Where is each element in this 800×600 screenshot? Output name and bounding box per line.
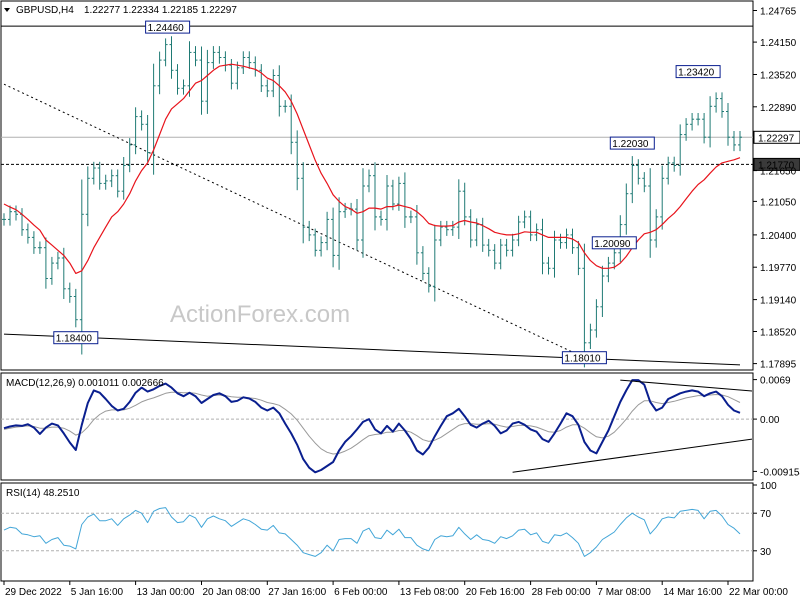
y-tick-label: 0.00 (760, 415, 780, 426)
x-tick-label: 7 Mar 08:00 (597, 587, 651, 598)
macd-trendline (620, 379, 753, 392)
chart-window: ActionForex.com 1.24460 1.18400 1.18010 1.2… (0, 0, 800, 600)
price-trendline (3, 333, 741, 366)
macd-panel (1, 379, 753, 474)
dropdown-triangle-icon[interactable] (4, 8, 10, 12)
macd-line (3, 379, 741, 474)
rsi-line (3, 507, 741, 557)
x-tick-label: 13 Jan 00:00 (137, 587, 195, 598)
price-annotation-label: 1.24460 (148, 23, 185, 34)
symbol-label: GBPUSD,H4 (16, 5, 74, 16)
price-annotation-label: 1.18400 (56, 334, 93, 345)
y-tick-label: 30 (760, 547, 772, 558)
x-tick-label: 29 Dec 2022 (5, 587, 62, 598)
macd-label: MACD(12,26,9) 0.001011 0.002666 (6, 378, 164, 389)
x-tick-label: 14 Mar 16:00 (663, 587, 722, 598)
y-tick-label: 1.19140 (760, 296, 797, 307)
x-tick-label: 22 Mar 00:00 (729, 587, 788, 598)
ohlc-label: 1.22277 1.22334 1.22185 1.22297 (84, 5, 237, 16)
x-tick-label: 20 Feb 16:00 (466, 587, 525, 598)
x-tick-label: 5 Jan 16:00 (71, 587, 124, 598)
x-tick-label: 27 Jan 16:00 (268, 587, 326, 598)
y-tick-label: 1.21050 (760, 197, 797, 208)
y-tick-label: 100 (760, 481, 777, 492)
y-tick-label: 1.24150 (760, 38, 797, 49)
y-tick-label: 1.21650 (760, 167, 797, 178)
y-tick-label: 1.24765 (760, 7, 797, 18)
watermark: ActionForex.com (170, 301, 350, 328)
x-tick-label: 20 Jan 08:00 (203, 587, 261, 598)
price-annotation-label: 1.22030 (612, 139, 649, 150)
y-tick-label: 1.18520 (760, 328, 797, 339)
rsi-panel-frame (0, 482, 754, 582)
y-tick-label: 1.17895 (760, 360, 797, 371)
y-tick-label: -0.009154 (760, 467, 800, 478)
y-tick-label: 1.20400 (760, 231, 797, 242)
price-annotation-label: 1.23420 (678, 68, 715, 79)
price-panel-frame (0, 0, 754, 371)
price-panel: 1.24460 1.18400 1.18010 1.22030 1.20090 1.234… (1, 20, 753, 368)
rsi-label: RSI(14) 48.2510 (6, 488, 80, 499)
macd-trendline (512, 438, 753, 473)
y-tick-label: 0.0069 (760, 376, 791, 387)
y-tick-label: 70 (760, 509, 772, 520)
y-tick-label: 1.19770 (760, 263, 797, 274)
rsi-panel (1, 507, 753, 557)
axes: 1.247651.241501.235201.228901.222971.217… (3, 7, 800, 598)
x-tick-label: 13 Feb 08:00 (400, 587, 459, 598)
price-axis-marker-label: 1.22297 (758, 133, 795, 144)
y-tick-label: 1.23520 (760, 71, 797, 82)
x-tick-label: 6 Feb 00:00 (334, 587, 388, 598)
y-tick-label: 1.22890 (760, 103, 797, 114)
price-annotation-label: 1.18010 (564, 354, 601, 365)
x-tick-label: 28 Feb 00:00 (532, 587, 591, 598)
price-annotation-label: 1.20090 (594, 239, 631, 250)
chart-canvas: ActionForex.com 1.244601.184001.180101.2… (0, 0, 800, 598)
macd-panel-frame (0, 372, 754, 481)
